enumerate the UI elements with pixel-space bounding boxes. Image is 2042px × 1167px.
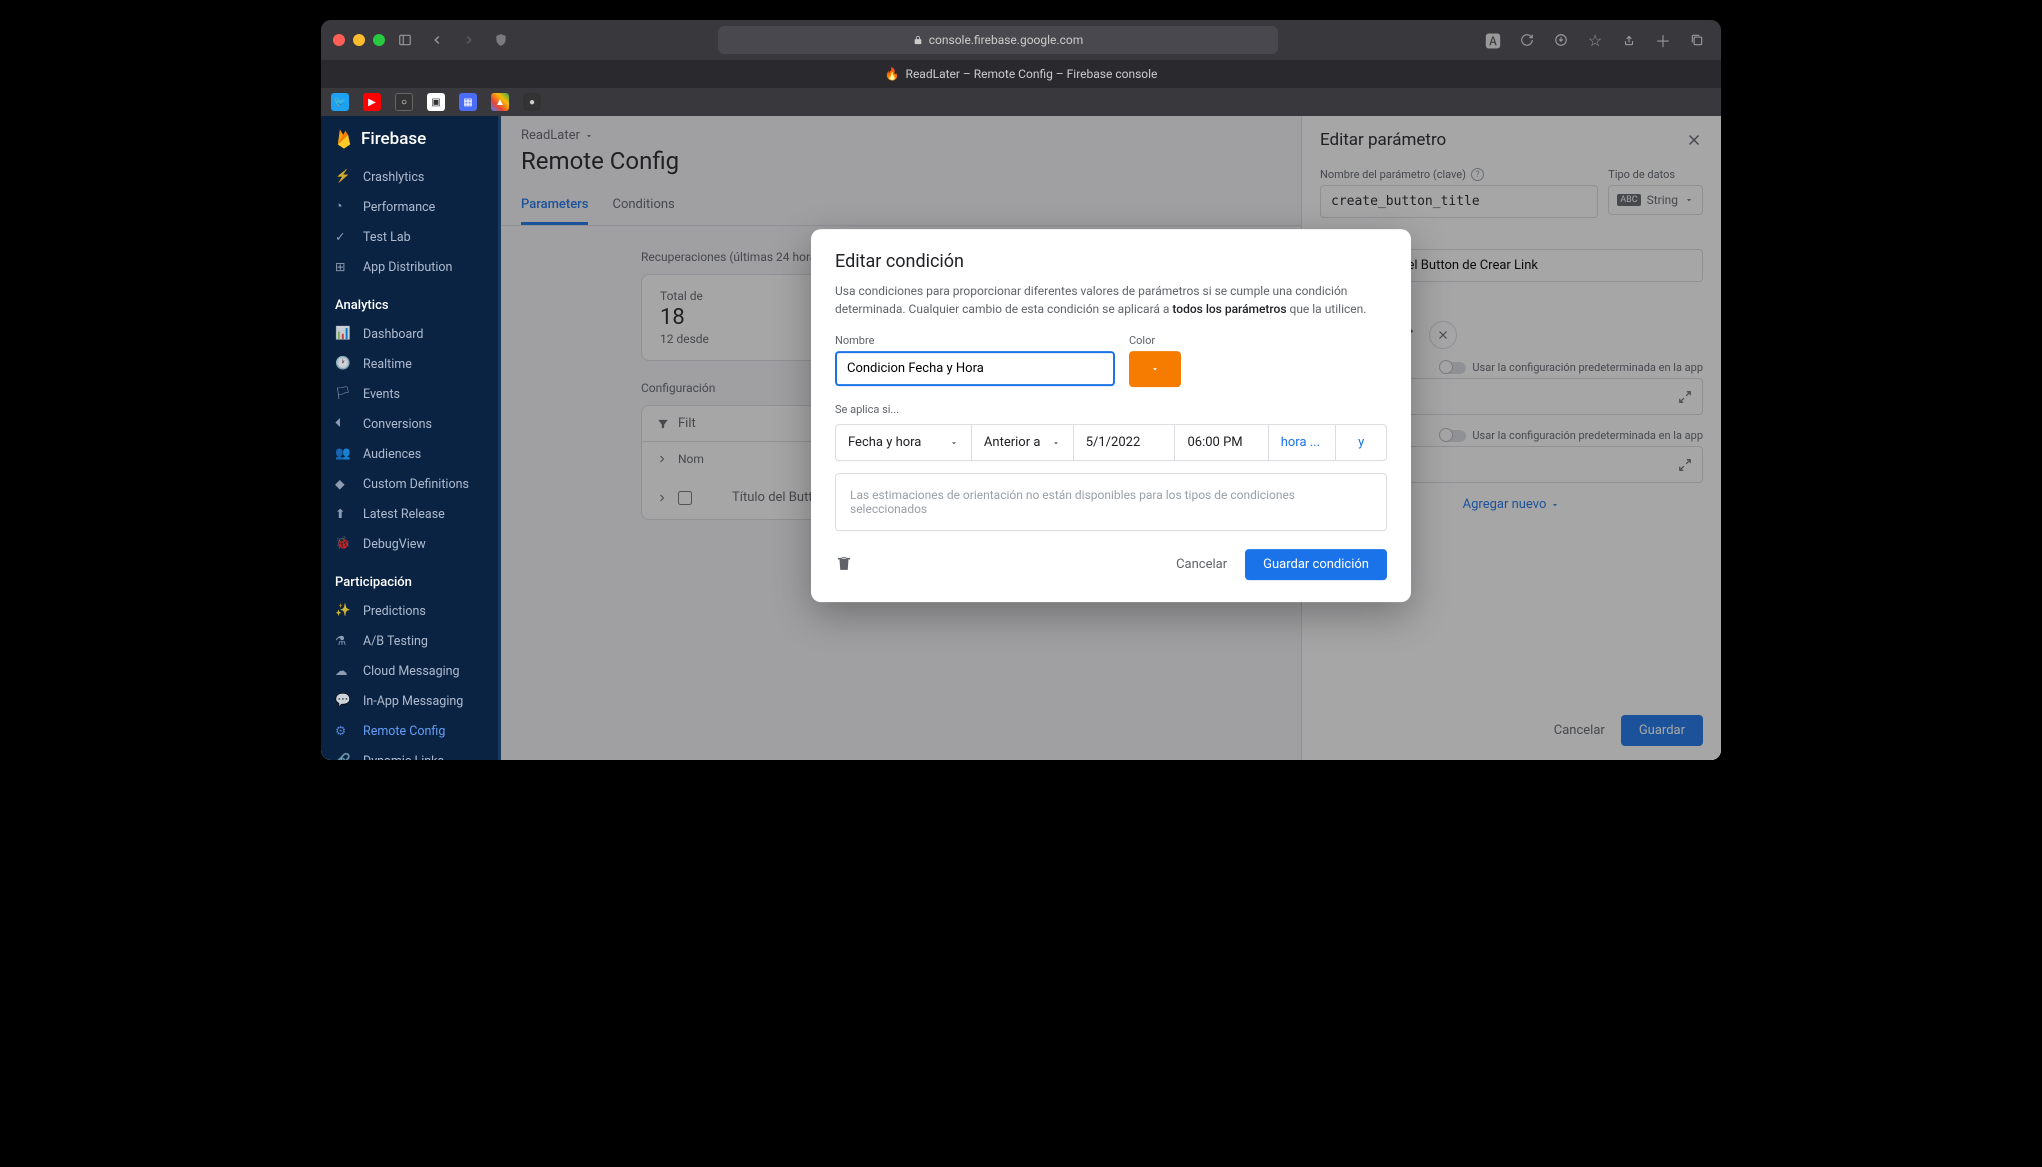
fav-circle[interactable]: ○ xyxy=(395,93,413,111)
condition-operator-select[interactable]: Anterior a xyxy=(972,425,1074,460)
sidebar-item-events[interactable]: 🏳Events xyxy=(321,379,501,409)
window-titlebar: console.firebase.google.com 🅰 ☆ ＋ xyxy=(321,20,1721,60)
modal-description: Usa condiciones para proporcionar difere… xyxy=(835,282,1387,318)
close-window[interactable] xyxy=(333,34,345,46)
lock-icon xyxy=(913,35,923,45)
condition-type-select[interactable]: Fecha y hora xyxy=(836,425,972,460)
shield-icon[interactable] xyxy=(489,28,513,52)
fav-youtube[interactable]: ▶ xyxy=(363,93,381,111)
section-participation: Participación xyxy=(321,559,501,596)
fav-box[interactable]: ▣ xyxy=(427,93,445,111)
name-label: Nombre xyxy=(835,334,1115,347)
sidebar-item-inappmessaging[interactable]: 💬In-App Messaging xyxy=(321,686,501,716)
modal-cancel-button[interactable]: Cancelar xyxy=(1176,557,1227,572)
fav-google[interactable]: ▲ xyxy=(491,93,509,111)
sidebar-item-dashboard[interactable]: 📊Dashboard xyxy=(321,319,501,349)
condition-name-input[interactable] xyxy=(835,351,1115,386)
sidebar-item-appdist[interactable]: ⊞App Distribution xyxy=(321,252,501,282)
download-icon[interactable] xyxy=(1549,28,1573,52)
tab-title: ReadLater – Remote Config – Firebase con… xyxy=(906,67,1158,81)
condition-date-input[interactable]: 5/1/2022 xyxy=(1074,425,1176,460)
color-label: Color xyxy=(1129,334,1181,347)
url-text: console.firebase.google.com xyxy=(929,33,1083,47)
sidebar-item-audiences[interactable]: 👥Audiences xyxy=(321,439,501,469)
fav-blue[interactable]: ▦ xyxy=(459,93,477,111)
condition-timezone-link[interactable]: hora ... xyxy=(1269,425,1337,460)
bookmark-icon[interactable]: ☆ xyxy=(1583,28,1607,52)
sidebar-item-customdef[interactable]: ◆Custom Definitions xyxy=(321,469,501,499)
applies-label: Se aplica si... xyxy=(835,403,1387,416)
firebase-flame-icon xyxy=(335,128,353,150)
edit-condition-modal: Editar condición Usa condiciones para pr… xyxy=(811,229,1411,602)
chevron-down-icon xyxy=(1051,438,1061,448)
estimate-notice: Las estimaciones de orientación no están… xyxy=(835,473,1387,531)
favorites-bar: 🐦 ▶ ○ ▣ ▦ ▲ ● xyxy=(321,88,1721,116)
sidebar-item-latestrelease[interactable]: ⬆Latest Release xyxy=(321,499,501,529)
modal-save-button[interactable]: Guardar condición xyxy=(1245,549,1387,580)
section-analytics: Analytics xyxy=(321,282,501,319)
firebase-sidebar: Firebase ⚡Crashlytics ◔Performance ✓Test… xyxy=(321,116,501,760)
fav-twitter[interactable]: 🐦 xyxy=(331,93,349,111)
new-tab-icon[interactable]: ＋ xyxy=(1651,28,1675,52)
delete-condition-button[interactable] xyxy=(835,554,853,576)
toolbar-right: 🅰 ☆ ＋ xyxy=(1481,28,1709,52)
share-icon[interactable] xyxy=(1617,28,1641,52)
condition-and-button[interactable]: y xyxy=(1336,425,1386,460)
chevron-down-icon xyxy=(1150,364,1160,374)
nav-back-icon[interactable] xyxy=(425,28,449,52)
translate-icon[interactable]: 🅰 xyxy=(1481,28,1505,52)
sidebar-item-performance[interactable]: ◔Performance xyxy=(321,192,501,222)
sidebar-item-conversions[interactable]: ⏴Conversions xyxy=(321,409,501,439)
fav-dot[interactable]: ● xyxy=(523,93,541,111)
condition-builder-row: Fecha y hora Anterior a 5/1/2022 06:00 P… xyxy=(835,424,1387,461)
brand-text: Firebase xyxy=(361,129,426,149)
sidebar-item-testlab[interactable]: ✓Test Lab xyxy=(321,222,501,252)
sidebar-item-crashlytics[interactable]: ⚡Crashlytics xyxy=(321,162,501,192)
tabs-icon[interactable] xyxy=(1685,28,1709,52)
url-bar[interactable]: console.firebase.google.com xyxy=(718,26,1278,54)
color-picker[interactable] xyxy=(1129,351,1181,387)
modal-title: Editar condición xyxy=(835,251,1387,272)
sidebar-item-cloudmessaging[interactable]: ☁Cloud Messaging xyxy=(321,656,501,686)
sidebar-item-debugview[interactable]: 🐞DebugView xyxy=(321,529,501,559)
condition-time-input[interactable]: 06:00 PM xyxy=(1175,425,1268,460)
sidebar-item-dynamiclinks[interactable]: 🔗Dynamic Links xyxy=(321,746,501,760)
trash-icon xyxy=(835,554,853,572)
chevron-down-icon xyxy=(949,438,959,448)
sidebar-item-remoteconfig[interactable]: ⚙Remote Config xyxy=(321,716,501,746)
browser-tab[interactable]: 🔥 ReadLater – Remote Config – Firebase c… xyxy=(321,60,1721,88)
sidebar-item-predictions[interactable]: ✨Predictions xyxy=(321,596,501,626)
firebase-logo[interactable]: Firebase xyxy=(321,116,501,162)
reload-icon[interactable] xyxy=(1515,28,1539,52)
minimize-window[interactable] xyxy=(353,34,365,46)
main-content: ReadLater Remote Config Parameters Condi… xyxy=(501,116,1721,760)
sidebar-item-realtime[interactable]: 🕐Realtime xyxy=(321,349,501,379)
nav-forward-icon[interactable] xyxy=(457,28,481,52)
traffic-lights xyxy=(333,34,385,46)
sidebar-item-abtesting[interactable]: ⚗A/B Testing xyxy=(321,626,501,656)
firebase-tab-icon: 🔥 xyxy=(885,67,900,81)
sidebar-toggle-icon[interactable] xyxy=(393,28,417,52)
maximize-window[interactable] xyxy=(373,34,385,46)
